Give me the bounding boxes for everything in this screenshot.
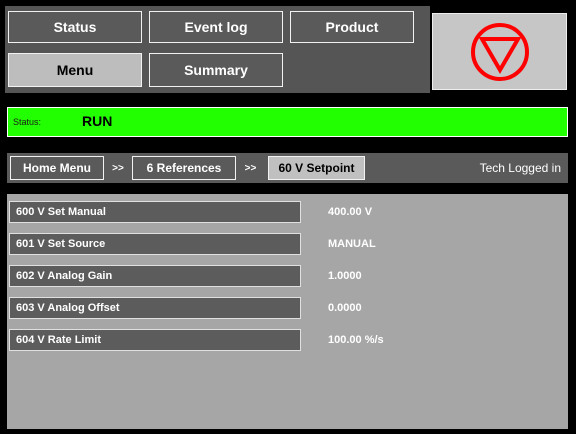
product-button[interactable]: Product: [290, 11, 414, 43]
breadcrumb-60-v-setpoint: 60 V Setpoint: [268, 156, 365, 180]
param-600-label[interactable]: 600 V Set Manual: [9, 201, 301, 223]
param-601-label[interactable]: 601 V Set Source: [9, 233, 301, 255]
breadcrumb-separator: >>: [112, 162, 124, 174]
parameter-panel: 600 V Set Manual 400.00 V 601 V Set Sour…: [7, 194, 568, 429]
status-value: RUN: [82, 113, 113, 129]
menu-button[interactable]: Menu: [8, 53, 142, 87]
param-603-value[interactable]: 0.0000: [328, 297, 508, 319]
param-604-label[interactable]: 604 V Rate Limit: [9, 329, 301, 351]
status-label: Status:: [13, 117, 42, 127]
breadcrumb-6-references[interactable]: 6 References: [132, 156, 236, 180]
param-601-value[interactable]: MANUAL: [328, 233, 508, 255]
stop-button[interactable]: [432, 13, 567, 90]
stop-icon: [470, 22, 529, 81]
breadcrumb-separator: >>: [244, 162, 257, 174]
event-log-button[interactable]: Event log: [149, 11, 283, 43]
param-602-value[interactable]: 1.0000: [328, 265, 508, 287]
param-603-label[interactable]: 603 V Analog Offset: [9, 297, 301, 319]
status-button[interactable]: Status: [8, 11, 142, 43]
param-604-value[interactable]: 100.00 %/s: [328, 329, 508, 351]
user-login-status: Tech Logged in: [479, 161, 561, 175]
param-600-value[interactable]: 400.00 V: [328, 201, 508, 223]
breadcrumb: Home Menu >> 6 References >> 60 V Setpoi…: [7, 153, 568, 183]
breadcrumb-home-menu[interactable]: Home Menu: [10, 156, 104, 180]
summary-button[interactable]: Summary: [149, 53, 283, 87]
status-bar: Status: RUN: [7, 107, 568, 137]
param-602-label[interactable]: 602 V Analog Gain: [9, 265, 301, 287]
top-menu-bar: Status Event log Product Menu Summary: [5, 6, 430, 93]
